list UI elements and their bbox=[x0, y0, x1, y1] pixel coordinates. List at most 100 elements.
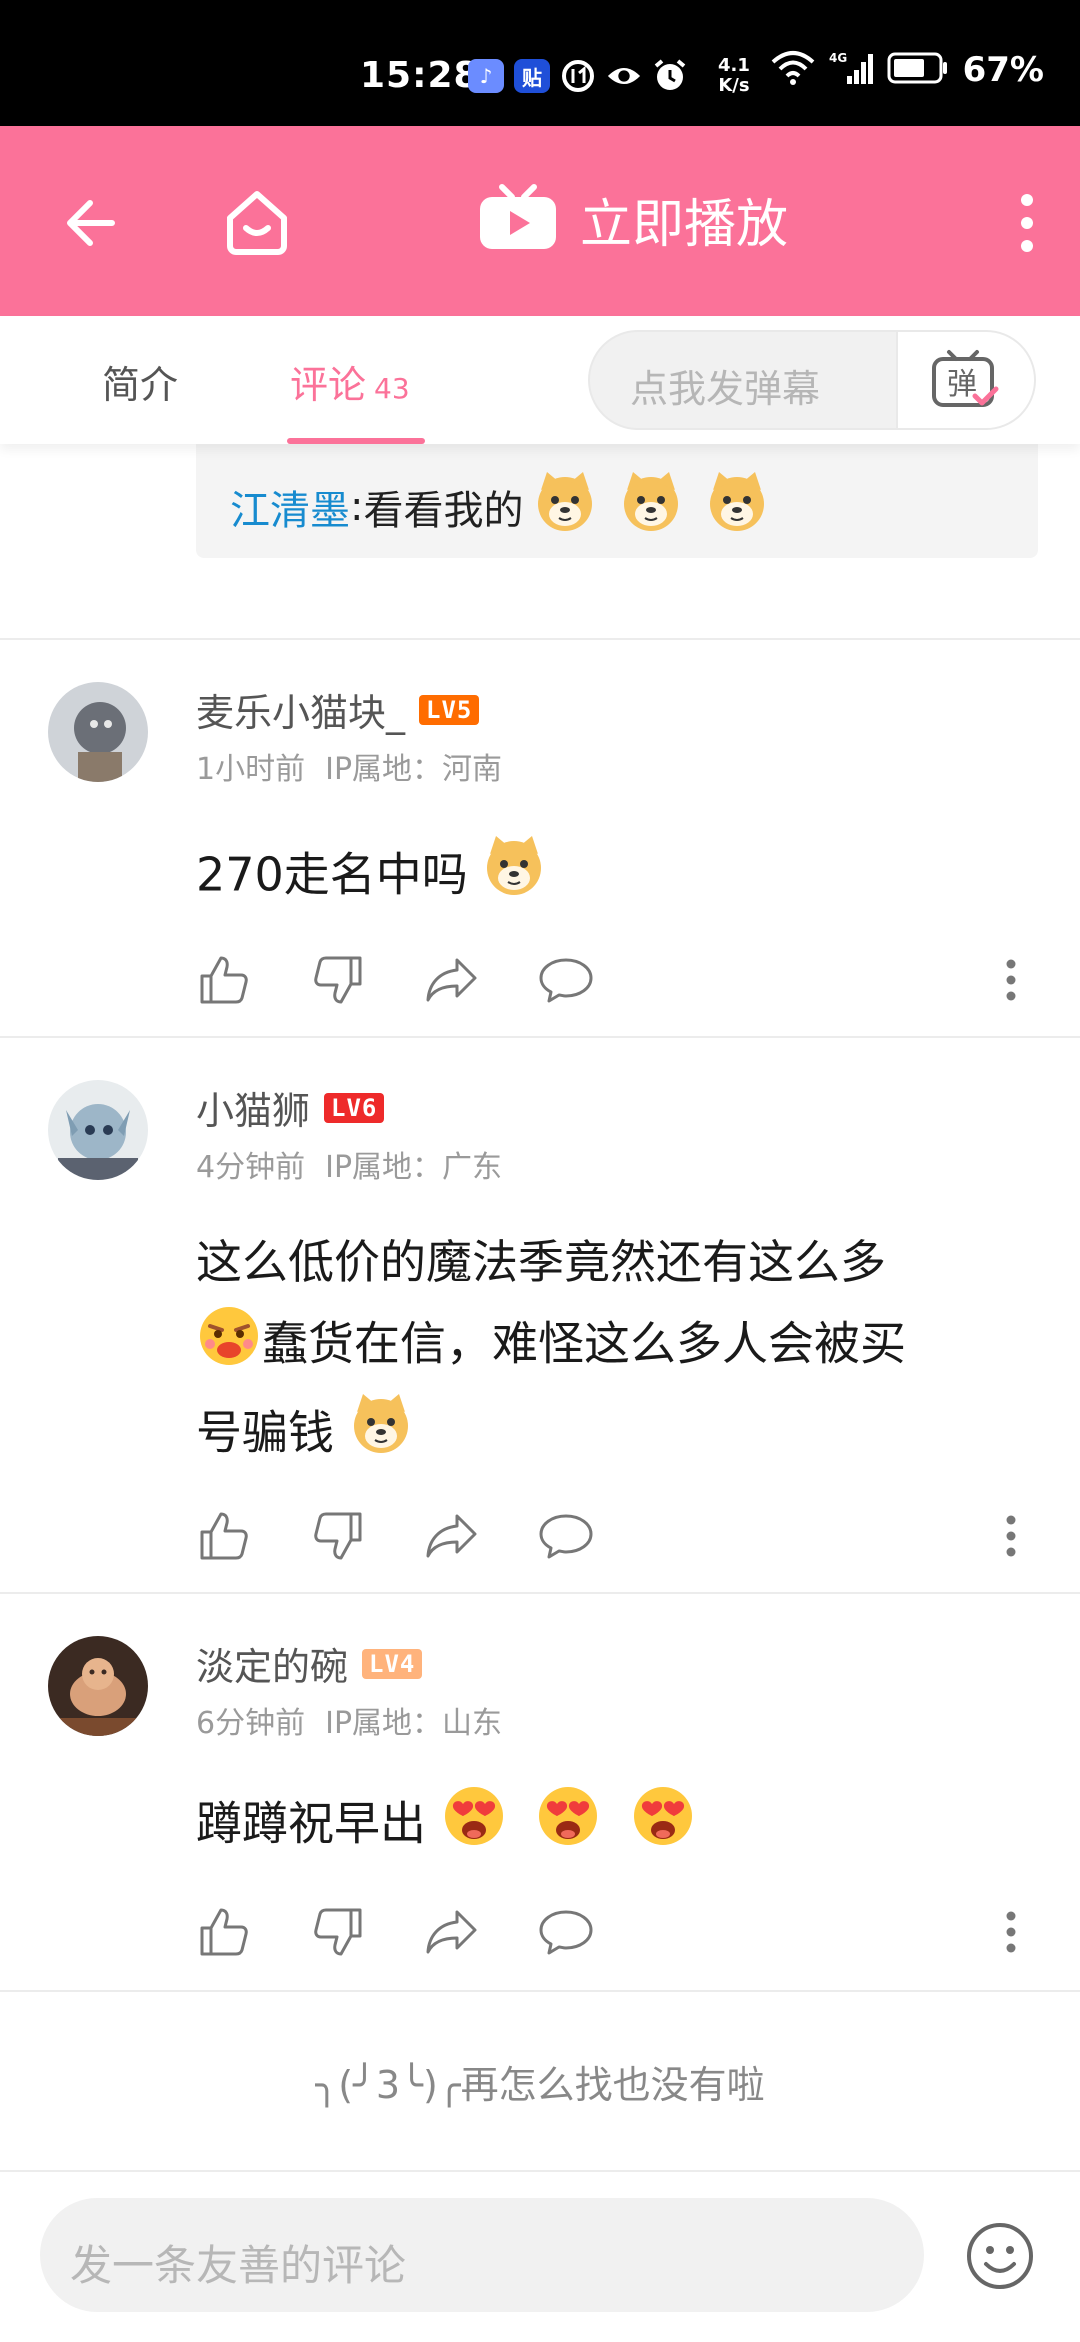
comment-divider bbox=[0, 638, 1080, 640]
comment-text-line: 这么低价的魔法季竟然还有这么多 bbox=[196, 1235, 886, 1289]
comment-meta: 1小时前 IP属地：河南 bbox=[196, 744, 502, 788]
comment-meta: 4分钟前 IP属地：广东 bbox=[196, 1142, 502, 1186]
dislike-icon[interactable] bbox=[310, 1904, 366, 1960]
level-badge: LV4 bbox=[362, 1648, 423, 1679]
avatar[interactable] bbox=[48, 682, 148, 782]
active-tab-indicator bbox=[287, 438, 425, 444]
like-icon[interactable] bbox=[196, 1904, 252, 1960]
doge-emoji-icon bbox=[619, 470, 683, 544]
tab-comments[interactable]: 评论 43 bbox=[290, 354, 410, 409]
comment-username[interactable]: 小猫狮 LV6 bbox=[196, 1080, 385, 1135]
comment-divider bbox=[0, 1990, 1080, 1992]
play-now-button[interactable]: 立即播放 bbox=[478, 182, 788, 257]
danmaku-placeholder: 点我发弹幕 bbox=[630, 367, 821, 411]
comment-actions bbox=[196, 952, 1036, 1012]
signal-icon: 4G bbox=[829, 50, 873, 90]
username-text: 小猫狮 bbox=[196, 1089, 311, 1133]
comment-text: 蹲蹲祝早出 bbox=[196, 1796, 426, 1851]
username-text: 淡定的碗 bbox=[196, 1645, 349, 1689]
heart-eyes-emoji-icon bbox=[441, 1782, 507, 1872]
back-arrow-icon[interactable] bbox=[60, 188, 130, 258]
status-right-group: 4G 67% bbox=[771, 50, 1044, 90]
tv-play-icon bbox=[478, 183, 558, 257]
tab-intro-label: 简介 bbox=[102, 363, 179, 407]
doge-emoji-icon bbox=[349, 1392, 413, 1480]
comment-meta: 6分钟前 IP属地：山东 bbox=[196, 1698, 502, 1742]
danmaku-icon: 弹 bbox=[932, 350, 999, 407]
avatar[interactable] bbox=[48, 1636, 148, 1736]
status-bar: 15:28 ♪ 贴 4.1 K/s 4G 67% bbox=[0, 0, 1080, 126]
comment-input-placeholder: 发一条友善的评论 bbox=[70, 2241, 407, 2290]
reply-icon[interactable] bbox=[538, 1904, 594, 1960]
home-icon[interactable] bbox=[220, 184, 294, 258]
comment-content[interactable]: 蹲蹲祝早出 bbox=[196, 1782, 1016, 1872]
level-badge: LV5 bbox=[419, 694, 480, 725]
battery-percent: 67% bbox=[962, 50, 1044, 90]
comment-divider bbox=[0, 1036, 1080, 1038]
comment-text: 270走名中吗 bbox=[196, 847, 468, 902]
smiley-icon[interactable] bbox=[964, 2220, 1036, 2292]
comment-ip: IP属地：河南 bbox=[325, 752, 503, 787]
comment-actions bbox=[196, 1904, 1036, 1964]
reply-icon[interactable] bbox=[538, 952, 594, 1008]
reply-text: 看看我的 bbox=[363, 488, 524, 534]
network-speed: 4.1 K/s bbox=[718, 56, 750, 96]
comment-ip: IP属地：山东 bbox=[325, 1706, 503, 1741]
share-icon[interactable] bbox=[424, 1904, 480, 1960]
more-vertical-icon[interactable] bbox=[996, 952, 1026, 1008]
danmaku-toggle-button[interactable]: 弹 bbox=[896, 332, 1034, 428]
doge-emoji-icon bbox=[482, 834, 546, 922]
angry-emoji-icon bbox=[196, 1302, 262, 1392]
comment-time: 6分钟前 bbox=[196, 1706, 306, 1741]
net-speed-unit: K/s bbox=[718, 75, 750, 96]
net-speed-value: 4.1 bbox=[718, 55, 750, 76]
doge-emoji-icon bbox=[533, 470, 597, 544]
reply-author[interactable]: 江清墨 bbox=[230, 478, 350, 536]
reply-line: 江清墨 : 看看我的 bbox=[230, 470, 769, 544]
comment-input[interactable]: 发一条友善的评论 bbox=[40, 2198, 924, 2312]
comment-username[interactable]: 淡定的碗 LV4 bbox=[196, 1636, 423, 1691]
dislike-icon[interactable] bbox=[310, 952, 366, 1008]
tieba-app-icon: 贴 bbox=[514, 59, 550, 93]
reply-separator: : bbox=[350, 484, 364, 530]
like-icon[interactable] bbox=[196, 1508, 252, 1564]
more-vertical-icon[interactable] bbox=[996, 1508, 1026, 1564]
tab-intro[interactable]: 简介 bbox=[102, 354, 178, 409]
comment-content[interactable]: 这么低价的魔法季竟然还有这么多 蠢货在信，难怪这么多人会被买 号骗钱 bbox=[196, 1222, 1016, 1480]
reply-icon[interactable] bbox=[538, 1508, 594, 1564]
comment-time: 4分钟前 bbox=[196, 1150, 306, 1185]
status-time: 15:28 bbox=[360, 55, 480, 96]
battery-icon bbox=[887, 52, 949, 88]
comments-count: 43 bbox=[374, 372, 410, 405]
data-saver-icon bbox=[560, 58, 596, 94]
dislike-icon[interactable] bbox=[310, 1508, 366, 1564]
share-icon[interactable] bbox=[424, 1508, 480, 1564]
alarm-icon bbox=[652, 58, 688, 94]
comment-content[interactable]: 270走名中吗 bbox=[196, 834, 1016, 922]
comment-text-line: 号骗钱 bbox=[196, 1392, 1016, 1480]
reply-snippet[interactable]: 江清墨 : 看看我的 bbox=[196, 444, 1038, 558]
more-vertical-icon[interactable] bbox=[996, 1904, 1026, 1960]
doge-emoji-icon bbox=[705, 470, 769, 544]
eye-icon bbox=[606, 58, 642, 94]
wifi-icon bbox=[771, 50, 815, 90]
like-icon[interactable] bbox=[196, 952, 252, 1008]
network-type: 4G bbox=[829, 51, 847, 65]
comment-username[interactable]: 麦乐小猫块_ LV5 bbox=[196, 682, 480, 737]
comment-time: 1小时前 bbox=[196, 752, 306, 787]
video-app-bar: 立即播放 bbox=[0, 126, 1080, 316]
tab-comments-label: 评论 bbox=[290, 363, 367, 407]
username-text: 麦乐小猫块_ bbox=[196, 691, 406, 735]
comment-divider bbox=[0, 1592, 1080, 1594]
status-notification-icons: ♪ 贴 bbox=[468, 58, 688, 94]
comment-actions bbox=[196, 1508, 1036, 1568]
avatar[interactable] bbox=[48, 1080, 148, 1180]
heart-eyes-emoji-icon bbox=[630, 1782, 696, 1872]
danmaku-input[interactable]: 点我发弹幕 弹 bbox=[588, 330, 1036, 430]
share-icon[interactable] bbox=[424, 952, 480, 1008]
more-vertical-icon[interactable] bbox=[1012, 190, 1042, 256]
comment-text-line-3: 号骗钱 bbox=[196, 1405, 334, 1460]
music-app-icon: ♪ bbox=[468, 59, 504, 93]
heart-eyes-emoji-icon bbox=[535, 1782, 601, 1872]
play-now-label: 立即播放 bbox=[580, 195, 789, 255]
